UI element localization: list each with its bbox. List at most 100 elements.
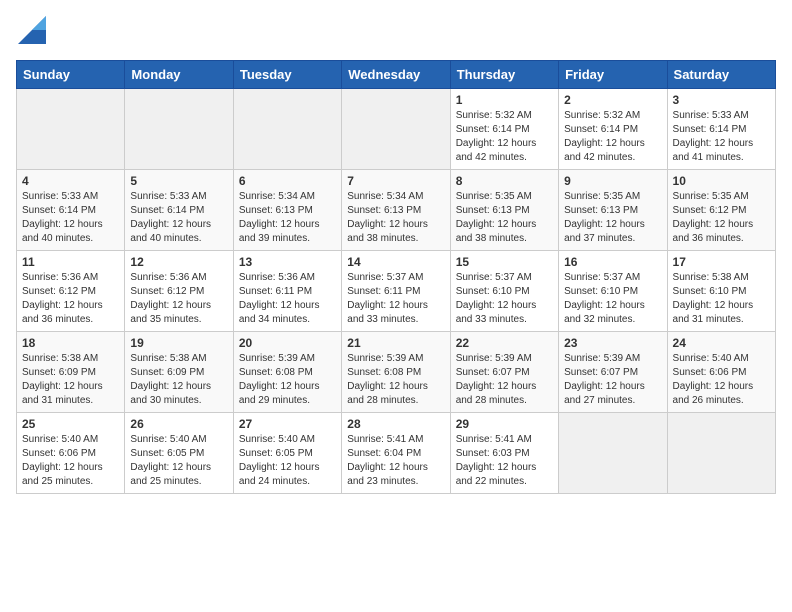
calendar-week-row: 18 Sunrise: 5:38 AM Sunset: 6:09 PM Dayli… xyxy=(17,332,776,413)
day-info: Sunrise: 5:33 AM Sunset: 6:14 PM Dayligh… xyxy=(673,109,770,165)
calendar-week-row: 4 Sunrise: 5:33 AM Sunset: 6:14 PM Daylig… xyxy=(17,170,776,251)
day-number: 12 xyxy=(130,255,227,269)
day-number: 3 xyxy=(673,93,770,107)
day-number: 2 xyxy=(564,93,661,107)
day-number: 14 xyxy=(347,255,444,269)
calendar-cell xyxy=(125,89,233,170)
day-info: Sunrise: 5:35 AM Sunset: 6:12 PM Dayligh… xyxy=(673,190,770,246)
day-number: 9 xyxy=(564,174,661,188)
day-number: 22 xyxy=(456,336,553,350)
calendar-cell: 2 Sunrise: 5:32 AM Sunset: 6:14 PM Daylig… xyxy=(559,89,667,170)
calendar-cell: 13 Sunrise: 5:36 AM Sunset: 6:11 PM Dayli… xyxy=(233,251,341,332)
calendar-cell: 19 Sunrise: 5:38 AM Sunset: 6:09 PM Dayli… xyxy=(125,332,233,413)
day-number: 20 xyxy=(239,336,336,350)
calendar-header-row: SundayMondayTuesdayWednesdayThursdayFrid… xyxy=(17,61,776,89)
day-number: 5 xyxy=(130,174,227,188)
calendar-cell: 22 Sunrise: 5:39 AM Sunset: 6:07 PM Dayli… xyxy=(450,332,558,413)
day-info: Sunrise: 5:37 AM Sunset: 6:11 PM Dayligh… xyxy=(347,271,444,327)
calendar-cell: 14 Sunrise: 5:37 AM Sunset: 6:11 PM Dayli… xyxy=(342,251,450,332)
day-info: Sunrise: 5:41 AM Sunset: 6:03 PM Dayligh… xyxy=(456,433,553,489)
day-info: Sunrise: 5:39 AM Sunset: 6:07 PM Dayligh… xyxy=(456,352,553,408)
day-number: 29 xyxy=(456,417,553,431)
day-number: 8 xyxy=(456,174,553,188)
calendar-table: SundayMondayTuesdayWednesdayThursdayFrid… xyxy=(16,60,776,494)
day-info: Sunrise: 5:34 AM Sunset: 6:13 PM Dayligh… xyxy=(347,190,444,246)
day-header-saturday: Saturday xyxy=(667,61,775,89)
day-number: 7 xyxy=(347,174,444,188)
day-number: 25 xyxy=(22,417,119,431)
calendar-week-row: 25 Sunrise: 5:40 AM Sunset: 6:06 PM Dayli… xyxy=(17,413,776,494)
page-header xyxy=(16,16,776,50)
day-number: 28 xyxy=(347,417,444,431)
day-info: Sunrise: 5:37 AM Sunset: 6:10 PM Dayligh… xyxy=(564,271,661,327)
day-info: Sunrise: 5:40 AM Sunset: 6:05 PM Dayligh… xyxy=(130,433,227,489)
calendar-cell: 17 Sunrise: 5:38 AM Sunset: 6:10 PM Dayli… xyxy=(667,251,775,332)
day-header-wednesday: Wednesday xyxy=(342,61,450,89)
calendar-cell: 11 Sunrise: 5:36 AM Sunset: 6:12 PM Dayli… xyxy=(17,251,125,332)
day-number: 15 xyxy=(456,255,553,269)
day-info: Sunrise: 5:39 AM Sunset: 6:07 PM Dayligh… xyxy=(564,352,661,408)
calendar-cell xyxy=(17,89,125,170)
day-number: 16 xyxy=(564,255,661,269)
day-info: Sunrise: 5:33 AM Sunset: 6:14 PM Dayligh… xyxy=(130,190,227,246)
calendar-cell: 9 Sunrise: 5:35 AM Sunset: 6:13 PM Daylig… xyxy=(559,170,667,251)
calendar-cell: 10 Sunrise: 5:35 AM Sunset: 6:12 PM Dayli… xyxy=(667,170,775,251)
logo-icon xyxy=(18,16,46,44)
day-number: 19 xyxy=(130,336,227,350)
calendar-cell: 16 Sunrise: 5:37 AM Sunset: 6:10 PM Dayli… xyxy=(559,251,667,332)
calendar-week-row: 11 Sunrise: 5:36 AM Sunset: 6:12 PM Dayli… xyxy=(17,251,776,332)
day-info: Sunrise: 5:37 AM Sunset: 6:10 PM Dayligh… xyxy=(456,271,553,327)
day-number: 13 xyxy=(239,255,336,269)
day-header-friday: Friday xyxy=(559,61,667,89)
calendar-cell xyxy=(559,413,667,494)
day-info: Sunrise: 5:36 AM Sunset: 6:12 PM Dayligh… xyxy=(130,271,227,327)
day-info: Sunrise: 5:33 AM Sunset: 6:14 PM Dayligh… xyxy=(22,190,119,246)
day-number: 11 xyxy=(22,255,119,269)
calendar-cell: 29 Sunrise: 5:41 AM Sunset: 6:03 PM Dayli… xyxy=(450,413,558,494)
day-info: Sunrise: 5:35 AM Sunset: 6:13 PM Dayligh… xyxy=(456,190,553,246)
day-header-thursday: Thursday xyxy=(450,61,558,89)
day-info: Sunrise: 5:39 AM Sunset: 6:08 PM Dayligh… xyxy=(239,352,336,408)
day-info: Sunrise: 5:36 AM Sunset: 6:11 PM Dayligh… xyxy=(239,271,336,327)
day-info: Sunrise: 5:35 AM Sunset: 6:13 PM Dayligh… xyxy=(564,190,661,246)
calendar-cell: 26Sunrise: 5:40 AM Sunset: 6:05 PM Dayli… xyxy=(125,413,233,494)
day-info: Sunrise: 5:38 AM Sunset: 6:09 PM Dayligh… xyxy=(130,352,227,408)
calendar-cell: 5 Sunrise: 5:33 AM Sunset: 6:14 PM Daylig… xyxy=(125,170,233,251)
day-number: 23 xyxy=(564,336,661,350)
day-info: Sunrise: 5:40 AM Sunset: 6:05 PM Dayligh… xyxy=(239,433,336,489)
calendar-cell: 18 Sunrise: 5:38 AM Sunset: 6:09 PM Dayli… xyxy=(17,332,125,413)
day-number: 18 xyxy=(22,336,119,350)
calendar-cell: 28 Sunrise: 5:41 AM Sunset: 6:04 PM Dayli… xyxy=(342,413,450,494)
logo xyxy=(16,16,46,50)
day-info: Sunrise: 5:41 AM Sunset: 6:04 PM Dayligh… xyxy=(347,433,444,489)
day-info: Sunrise: 5:38 AM Sunset: 6:09 PM Dayligh… xyxy=(22,352,119,408)
calendar-cell: 3 Sunrise: 5:33 AM Sunset: 6:14 PM Daylig… xyxy=(667,89,775,170)
calendar-cell: 4 Sunrise: 5:33 AM Sunset: 6:14 PM Daylig… xyxy=(17,170,125,251)
calendar-week-row: 1 Sunrise: 5:32 AM Sunset: 6:14 PM Daylig… xyxy=(17,89,776,170)
day-number: 4 xyxy=(22,174,119,188)
calendar-cell: 27 Sunrise: 5:40 AM Sunset: 6:05 PM Dayli… xyxy=(233,413,341,494)
day-info: Sunrise: 5:36 AM Sunset: 6:12 PM Dayligh… xyxy=(22,271,119,327)
calendar-cell: 1 Sunrise: 5:32 AM Sunset: 6:14 PM Daylig… xyxy=(450,89,558,170)
day-header-sunday: Sunday xyxy=(17,61,125,89)
day-info: Sunrise: 5:34 AM Sunset: 6:13 PM Dayligh… xyxy=(239,190,336,246)
day-number: 1 xyxy=(456,93,553,107)
day-info: Sunrise: 5:38 AM Sunset: 6:10 PM Dayligh… xyxy=(673,271,770,327)
day-info: Sunrise: 5:40 AM Sunset: 6:06 PM Dayligh… xyxy=(673,352,770,408)
day-header-tuesday: Tuesday xyxy=(233,61,341,89)
day-info: Sunrise: 5:32 AM Sunset: 6:14 PM Dayligh… xyxy=(456,109,553,165)
calendar-cell: 15 Sunrise: 5:37 AM Sunset: 6:10 PM Dayli… xyxy=(450,251,558,332)
calendar-cell: 23 Sunrise: 5:39 AM Sunset: 6:07 PM Dayli… xyxy=(559,332,667,413)
calendar-cell: 24 Sunrise: 5:40 AM Sunset: 6:06 PM Dayli… xyxy=(667,332,775,413)
day-number: 24 xyxy=(673,336,770,350)
calendar-cell xyxy=(667,413,775,494)
day-info: Sunrise: 5:40 AM Sunset: 6:06 PM Dayligh… xyxy=(22,433,119,489)
day-info: Sunrise: 5:39 AM Sunset: 6:08 PM Dayligh… xyxy=(347,352,444,408)
day-number: 17 xyxy=(673,255,770,269)
day-info: Sunrise: 5:32 AM Sunset: 6:14 PM Dayligh… xyxy=(564,109,661,165)
calendar-cell: 20 Sunrise: 5:39 AM Sunset: 6:08 PM Dayli… xyxy=(233,332,341,413)
day-number: 10 xyxy=(673,174,770,188)
day-number: 27 xyxy=(239,417,336,431)
day-header-monday: Monday xyxy=(125,61,233,89)
day-number: 21 xyxy=(347,336,444,350)
